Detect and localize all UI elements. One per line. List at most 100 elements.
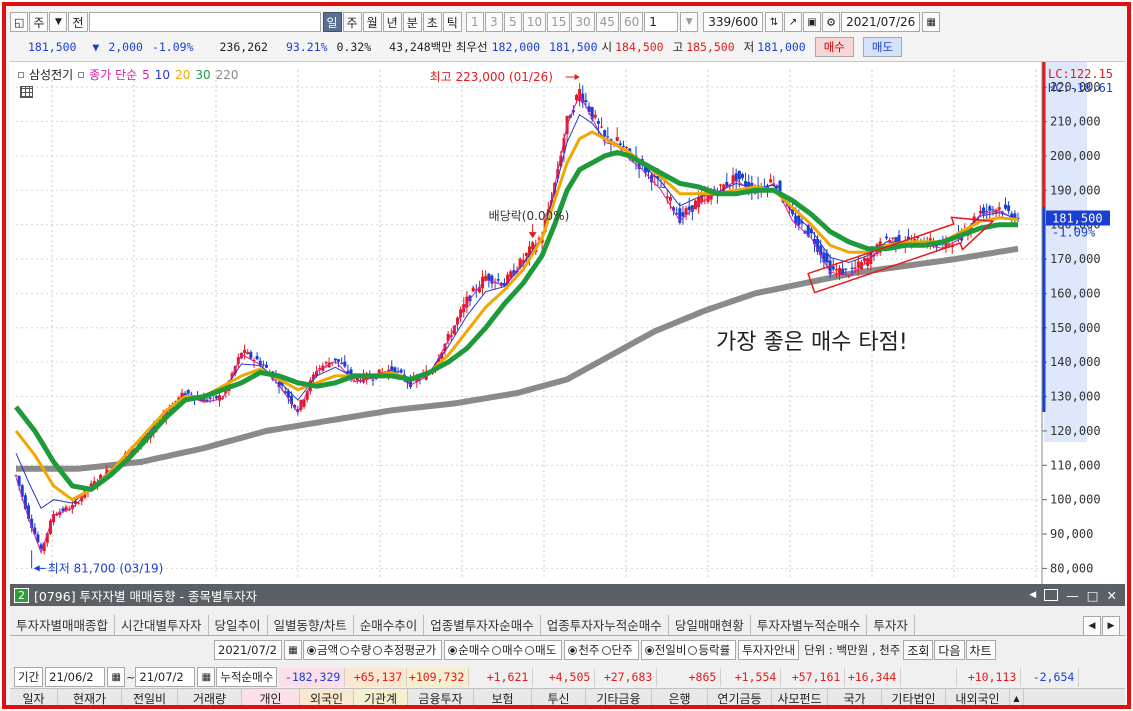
radio-label[interactable]: 매수 — [502, 642, 523, 658]
column-header[interactable]: 거래량 — [178, 689, 242, 705]
y-tick-label: 190,000 — [1050, 183, 1101, 197]
calendar-icon[interactable]: ▦ — [107, 667, 126, 687]
radio-button[interactable] — [688, 645, 698, 655]
period-button[interactable]: 초 — [422, 12, 442, 32]
stock-search-input[interactable] — [88, 12, 321, 32]
panel-tab[interactable]: 업종투자자누적순매수 — [541, 614, 669, 635]
interval-button[interactable]: 1 — [465, 12, 484, 32]
column-header[interactable]: 보험 — [474, 689, 532, 705]
tab-scroll-right-icon[interactable]: ▶ — [1102, 616, 1120, 636]
dropdown-icon[interactable]: ▼ — [49, 12, 68, 32]
interval-button[interactable]: 15 — [547, 12, 571, 32]
period-from[interactable]: 21/06/2 — [45, 667, 106, 687]
window-icon[interactable] — [1044, 589, 1059, 601]
link-icon[interactable]: ◱ — [10, 12, 29, 32]
panel-tab[interactable]: 투자자 — [867, 614, 915, 635]
radio-button[interactable] — [525, 645, 535, 655]
period-button[interactable]: 년 — [382, 12, 402, 32]
column-header[interactable]: 기타법인 — [882, 689, 946, 705]
panel-tab[interactable]: 투자자별매매종합 — [10, 614, 116, 635]
column-header[interactable]: 일자 — [10, 689, 58, 705]
radio-button[interactable] — [373, 645, 383, 655]
date-input[interactable]: 2021/07/2 — [214, 640, 282, 660]
trend-line-icon[interactable]: ↗ — [784, 12, 803, 32]
radio-label[interactable]: 순매수 — [458, 642, 490, 658]
radio-label[interactable]: 추정평균가 — [383, 642, 436, 658]
column-header[interactable]: 기관계 — [354, 689, 408, 705]
interval-button[interactable]: 30 — [571, 12, 595, 32]
calendar-icon[interactable]: ▦ — [284, 640, 302, 660]
panel-tab[interactable]: 시간대별투자자 — [115, 614, 209, 635]
settings-gear-icon[interactable]: ⚙ — [822, 12, 841, 32]
tab-scroll-left-icon[interactable]: ◀ — [1083, 616, 1101, 636]
column-header[interactable]: 내외국인 — [946, 689, 1010, 705]
radio-label[interactable]: 등락률 — [698, 642, 730, 658]
period-button[interactable]: 일 — [322, 12, 342, 32]
panel-tab[interactable]: 당일추이 — [209, 614, 268, 635]
next-button[interactable]: 다음 — [934, 640, 965, 660]
minimize-icon[interactable]: — — [1066, 588, 1079, 603]
close-icon[interactable]: ✕ — [1107, 588, 1117, 603]
radio-button[interactable] — [307, 645, 316, 655]
period-button[interactable]: 주 — [342, 12, 362, 32]
panel-tab[interactable]: 순매수추이 — [354, 614, 425, 635]
period-button[interactable]: 틱 — [442, 12, 462, 32]
interval-button[interactable]: 10 — [522, 12, 547, 32]
radio-label[interactable]: 천주 — [578, 642, 599, 658]
date-input[interactable]: 2021/07/26 — [841, 12, 921, 32]
scroll-up-icon[interactable]: ▲ — [1010, 689, 1024, 705]
column-header[interactable]: 현재가 — [58, 689, 122, 705]
interval-button[interactable]: 60 — [619, 12, 644, 32]
guide-button[interactable]: 투자자안내 — [738, 640, 800, 660]
column-header[interactable]: 금융투자 — [408, 689, 474, 705]
column-header[interactable]: 전일비 — [122, 689, 178, 705]
radio-button[interactable] — [568, 645, 578, 655]
panel-tab[interactable]: 투자자별누적순매수 — [751, 614, 868, 635]
maximize-icon[interactable]: □ — [1087, 588, 1099, 603]
panel-tab[interactable]: 업종별투자자순매수 — [424, 614, 541, 635]
code-right[interactable]: 전 — [68, 12, 88, 32]
interval-button[interactable]: 45 — [595, 12, 619, 32]
prev-window-icon[interactable]: ◀ — [1029, 590, 1036, 600]
radio-label[interactable]: 수량 — [350, 642, 371, 658]
interval-dropdown-icon[interactable]: ▼ — [680, 12, 699, 32]
radio-label[interactable]: 단주 — [612, 642, 633, 658]
radio-button[interactable] — [644, 645, 654, 655]
column-header[interactable]: 투신 — [532, 689, 586, 705]
chart-type-icon[interactable]: ⇅ — [765, 12, 784, 32]
column-header[interactable]: 사모펀드 — [772, 689, 828, 705]
radio-button[interactable] — [601, 645, 611, 655]
column-header[interactable]: 개인 — [242, 689, 300, 705]
radio-button[interactable] — [340, 645, 350, 655]
query-button[interactable]: 조회 — [903, 640, 934, 660]
radio-label[interactable]: 매도 — [535, 642, 556, 658]
period-button[interactable]: 월 — [362, 12, 382, 32]
radio-label[interactable]: 전일비 — [655, 642, 687, 658]
summary-value: +109,732 — [407, 667, 470, 687]
period-to[interactable]: 21/07/2 — [135, 667, 196, 687]
save-icon[interactable]: ▣ — [803, 12, 822, 32]
count-input[interactable]: 339/600 — [703, 12, 764, 32]
buy-button[interactable]: 매수 — [814, 37, 854, 57]
column-header[interactable]: 연기금등 — [708, 689, 772, 705]
sell-button[interactable]: 매도 — [862, 37, 903, 57]
column-header[interactable]: 기타금융 — [586, 689, 652, 705]
radio-button[interactable] — [448, 645, 458, 655]
radio-label[interactable]: 금액 — [317, 642, 338, 658]
column-header[interactable]: 외국인 — [300, 689, 354, 705]
interval-button[interactable]: 3 — [484, 12, 503, 32]
panel-tab[interactable]: 당일매매현황 — [669, 614, 751, 635]
code-left[interactable]: 주 — [29, 12, 49, 32]
radio-button[interactable] — [492, 645, 501, 655]
interval-select[interactable]: 1 — [644, 12, 679, 32]
column-header[interactable]: 은행 — [652, 689, 708, 705]
period-button[interactable]: 분 — [402, 12, 422, 32]
table-grid-icon[interactable] — [20, 86, 33, 98]
interval-button[interactable]: 5 — [503, 12, 522, 32]
calendar-icon[interactable]: ▦ — [197, 667, 216, 687]
chart-button[interactable]: 차트 — [965, 640, 996, 660]
panel-tab[interactable]: 일별동향/차트 — [268, 614, 354, 635]
calendar-icon[interactable]: ▦ — [922, 12, 941, 32]
column-header[interactable]: 국가 — [828, 689, 882, 705]
price-chart[interactable]: 220,000210,000200,000190,000180,000170,0… — [10, 61, 1125, 585]
